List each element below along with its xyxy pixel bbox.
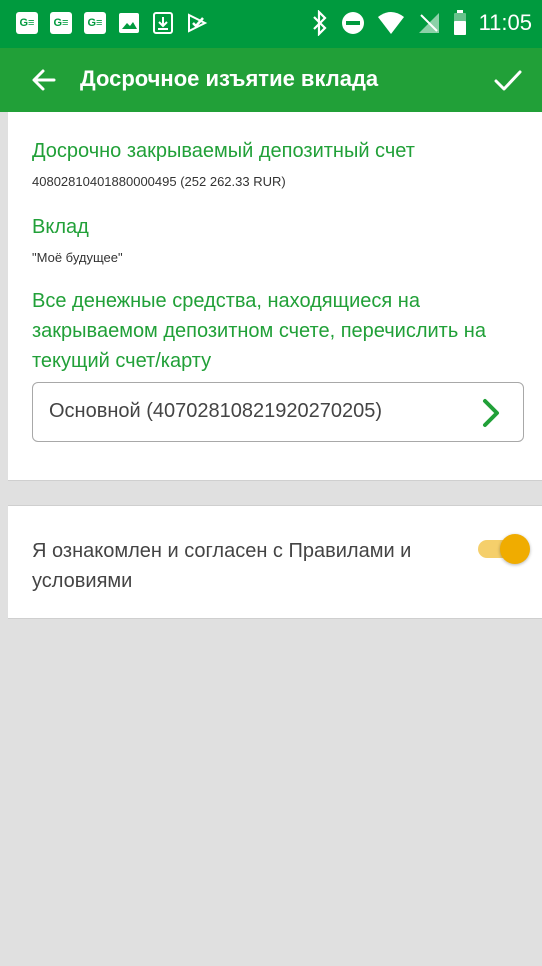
agreement-text: Я ознакомлен и согласен с Правилами и ус… [32, 540, 412, 592]
confirm-check-icon[interactable] [492, 64, 524, 96]
deposit-value: "Моё будущее" [32, 250, 123, 265]
status-bar: G≡ G≡ G≡ 11:05 [0, 0, 542, 48]
account-label: Досрочно закрываемый депозитный счет [32, 140, 415, 162]
check-alert-icon [186, 12, 208, 34]
transfer-account-select[interactable]: Основной (40702810821920270205) [32, 382, 524, 442]
agreement-toggle[interactable] [476, 532, 532, 566]
agreement-card: Я ознакомлен и согласен с Правилами и ус… [8, 505, 542, 619]
bluetooth-icon [311, 10, 329, 36]
google-news-icon: G≡ [84, 12, 106, 34]
deposit-label: Вклад [32, 216, 89, 238]
app-bar: Досрочное изъятие вклада [0, 48, 542, 112]
google-news-icon: G≡ [50, 12, 72, 34]
notification-icons: G≡ G≡ G≡ [16, 12, 208, 34]
deposit-details-card: Досрочно закрываемый депозитный счет 408… [8, 112, 542, 481]
chevron-right-icon [479, 397, 503, 429]
account-value: 40802810401880000495 (252 262.33 RUR) [32, 174, 286, 189]
google-news-icon: G≡ [16, 12, 38, 34]
wifi-icon [377, 11, 405, 35]
battery-icon [453, 10, 467, 36]
do-not-disturb-icon [341, 11, 365, 35]
system-icons: 11:05 [311, 10, 532, 36]
toggle-thumb [500, 534, 530, 564]
page-title: Досрочное изъятие вклада [80, 66, 379, 91]
download-icon [152, 12, 174, 34]
back-arrow-icon[interactable] [28, 64, 60, 96]
transfer-account-value: Основной (40702810821920270205) [49, 400, 383, 422]
clock: 11:05 [478, 10, 532, 35]
image-icon [118, 12, 140, 34]
transfer-label: Все денежные средства, находящиеся на за… [32, 290, 486, 372]
no-sim-icon [417, 11, 441, 35]
